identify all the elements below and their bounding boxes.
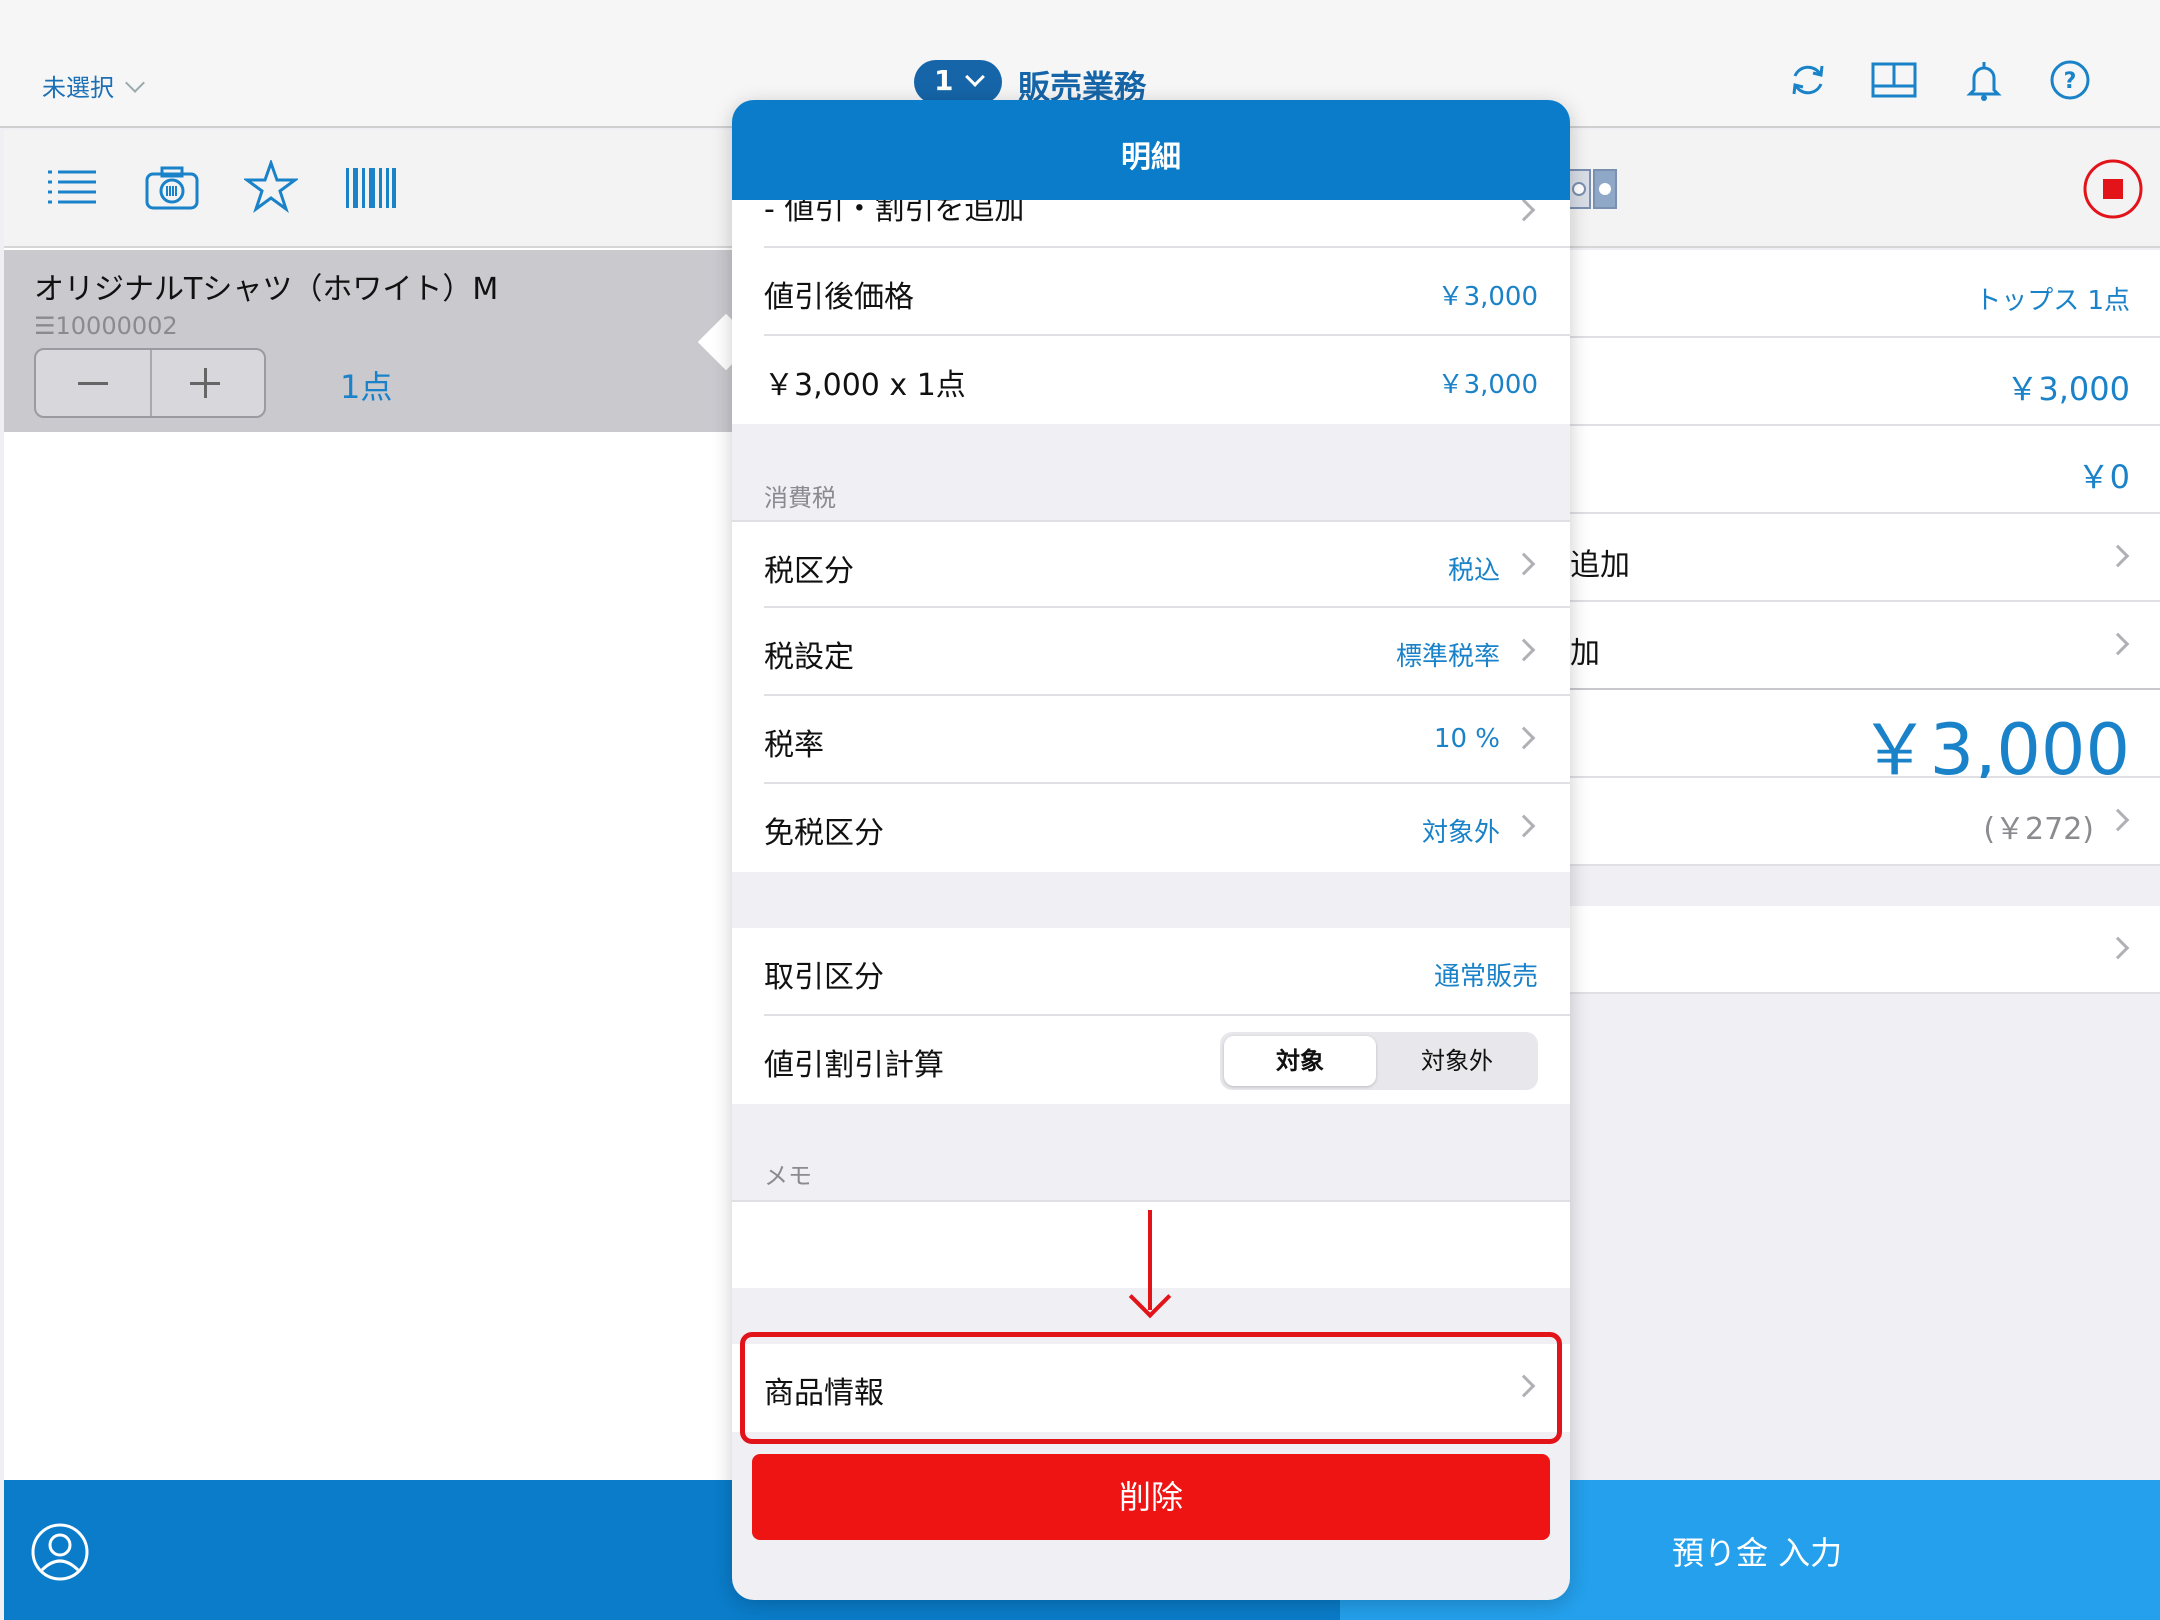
chevron-right-icon: [1512, 200, 1536, 222]
user-icon[interactable]: [30, 1522, 90, 1582]
chevron-right-icon: [2106, 808, 2130, 832]
cart-item-quantity: 1点: [340, 368, 393, 406]
summary-add-label: 追加: [1570, 548, 1630, 583]
discount-calc-label: 値引割引計算: [764, 1048, 944, 1083]
drawer-icon[interactable]: [1870, 58, 1918, 102]
tax-exempt-label: 免税区分: [764, 816, 884, 851]
right-toolbar: [1570, 130, 2160, 248]
star-icon[interactable]: [244, 160, 298, 214]
summary-discount-row: ￥0: [1570, 426, 2160, 514]
store-selector-label: 未選択: [42, 74, 114, 102]
discount-calc-toggle[interactable]: 対象 対象外: [1220, 1032, 1538, 1090]
register-number: 1: [934, 64, 954, 97]
tax-exempt-value: 対象外: [1421, 818, 1500, 848]
memo-section-label: メモ: [764, 1162, 812, 1190]
quantity-stepper[interactable]: [34, 348, 266, 418]
chevron-right-icon: [2106, 936, 2130, 960]
summary-subtotal: ￥3,000: [2006, 370, 2130, 408]
svg-text:?: ?: [2064, 69, 2077, 94]
summary-spacer: [1570, 866, 2160, 906]
refresh-icon[interactable]: [1786, 58, 1830, 102]
deposit-button-label: 預り金 入力: [1672, 1534, 1843, 1572]
cart-item-name: オリジナルTシャツ（ホワイト）M: [34, 272, 499, 307]
tax-exempt-row[interactable]: 免税区分 対象外: [732, 784, 1570, 872]
transaction-type-label: 取引区分: [764, 960, 884, 995]
register-selector[interactable]: 1: [914, 60, 1002, 104]
cart-list: [4, 248, 732, 1480]
summary-add-discount-row[interactable]: 追加: [1570, 514, 2160, 602]
tax-category-value: 税込: [1447, 556, 1500, 586]
summary-category: トップス 1点: [1975, 286, 2130, 316]
bell-icon[interactable]: [1962, 58, 2006, 102]
summary-extra-row[interactable]: [1570, 906, 2160, 994]
tax-setting-label: 税設定: [764, 640, 854, 675]
chevron-down-icon: [965, 67, 985, 87]
chevron-right-icon: [1512, 638, 1536, 662]
transaction-type-row[interactable]: 取引区分 通常販売: [732, 928, 1570, 1016]
add-discount-row[interactable]: - 値引・割引を追加: [732, 200, 1570, 248]
transaction-type-value: 通常販売: [1433, 962, 1538, 992]
summary-tax-row[interactable]: (￥272): [1570, 778, 2160, 866]
tax-category-label: 税区分: [764, 554, 854, 589]
annotation-highlight-box: [740, 1332, 1562, 1444]
tax-rate-value: 10 %: [1433, 724, 1500, 754]
camera-icon[interactable]: [144, 164, 200, 212]
stepper-divider: [150, 350, 152, 416]
minus-icon[interactable]: [78, 382, 108, 385]
popover-title: 明細: [1121, 140, 1181, 175]
summary-category-row: トップス 1点: [1570, 250, 2160, 338]
discounted-price-row: 値引後価格 ￥3,000: [732, 248, 1570, 336]
summary-discount: ￥0: [2077, 458, 2130, 496]
line-total-label: ￥3,000 x 1点: [764, 368, 966, 403]
discounted-price-label: 値引後価格: [764, 280, 914, 315]
chevron-down-icon: [125, 73, 145, 93]
delete-button[interactable]: 削除: [752, 1454, 1550, 1540]
store-selector[interactable]: 未選択: [42, 68, 145, 103]
chevron-right-icon: [2106, 544, 2130, 568]
chevron-right-icon: [1512, 726, 1536, 750]
tax-setting-row[interactable]: 税設定 標準税率: [732, 608, 1570, 696]
tax-rate-label: 税率: [764, 728, 824, 763]
summary-total-row: ￥3,000: [1570, 690, 2160, 791]
discount-calc-option-off[interactable]: 対象外: [1380, 1036, 1534, 1086]
help-icon[interactable]: ?: [2048, 58, 2092, 102]
summary-tax: (￥272): [1983, 812, 2094, 847]
summary-list: トップス 1点 ￥3,000 ￥0 追加 加 ￥3,000 (￥272): [1570, 250, 2160, 994]
barcode-icon[interactable]: [344, 166, 398, 210]
device-status-icon: [1567, 169, 1617, 209]
cart-item-code: ☰10000002: [34, 312, 178, 340]
summary-add-label-2: 加: [1570, 636, 1600, 671]
plus-icon-vertical: [204, 368, 207, 398]
stop-record-icon[interactable]: [2082, 158, 2144, 220]
discount-calc-option-on[interactable]: 対象: [1224, 1036, 1376, 1086]
tax-rate-row[interactable]: 税率 10 %: [732, 696, 1570, 784]
discounted-price-value: ￥3,000: [1437, 282, 1538, 312]
discount-calc-row: 値引割引計算 対象 対象外: [732, 1016, 1570, 1104]
add-discount-label: - 値引・割引を追加: [764, 200, 1025, 227]
list-icon[interactable]: [46, 166, 98, 210]
chevron-right-icon: [1512, 552, 1536, 576]
summary-add-row[interactable]: 加: [1570, 602, 2160, 690]
line-total-value: ￥3,000: [1437, 370, 1538, 400]
tax-setting-value: 標準税率: [1395, 642, 1500, 672]
chevron-right-icon: [2106, 632, 2130, 656]
tax-section-label: 消費税: [764, 484, 836, 512]
line-total-row: ￥3,000 x 1点 ￥3,000: [732, 336, 1570, 424]
summary-subtotal-row: ￥3,000: [1570, 338, 2160, 426]
chevron-right-icon: [1512, 814, 1536, 838]
tax-category-row[interactable]: 税区分 税込: [732, 520, 1570, 608]
